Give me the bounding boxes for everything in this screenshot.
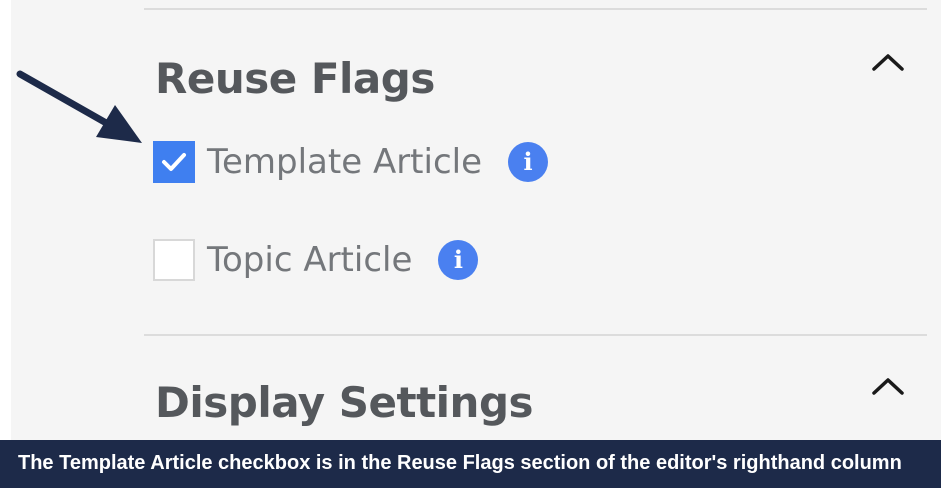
topic-article-option[interactable]: Topic Article i [153, 238, 479, 282]
topic-article-label: Topic Article [207, 240, 413, 280]
caption-bar: The Template Article checkbox is in the … [0, 440, 941, 488]
chevron-up-icon [872, 54, 904, 71]
caption-text: The Template Article checkbox is in the … [18, 452, 902, 474]
info-icon[interactable]: i [508, 142, 549, 182]
checkmark-icon [162, 153, 186, 171]
section-divider [144, 334, 927, 336]
template-article-option[interactable]: Template Article i [153, 140, 549, 184]
template-article-label: Template Article [207, 142, 483, 182]
info-glyph: i [453, 245, 463, 274]
reuse-flags-heading: Reuse Flags [155, 54, 435, 103]
topic-article-checkbox[interactable] [153, 239, 195, 281]
display-settings-collapse-button[interactable] [869, 372, 907, 400]
info-icon[interactable]: i [438, 240, 479, 280]
section-divider-top [144, 8, 927, 10]
annotation-arrow-icon [16, 70, 142, 143]
chevron-up-icon [872, 378, 904, 395]
info-glyph: i [523, 147, 533, 176]
reuse-flags-collapse-button[interactable] [869, 48, 907, 76]
display-settings-heading: Display Settings [155, 378, 534, 427]
